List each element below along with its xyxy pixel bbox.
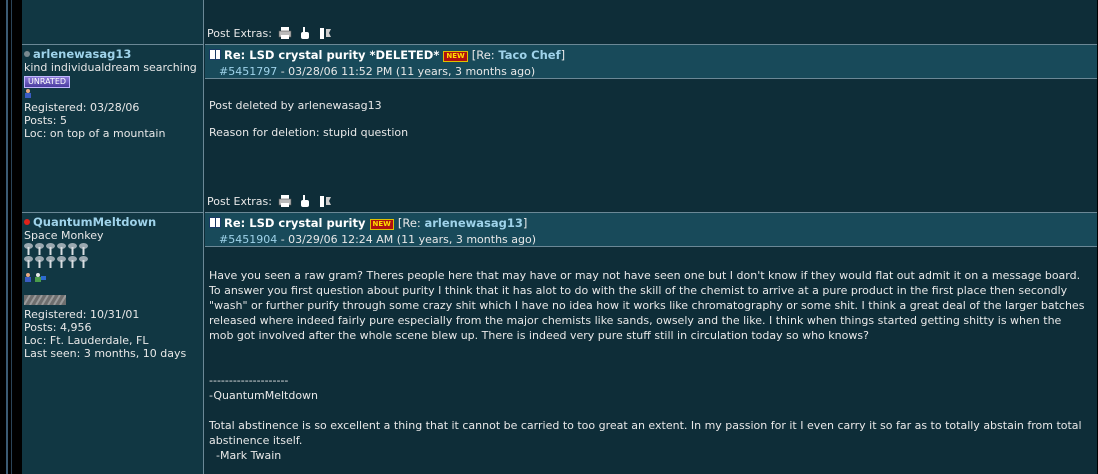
print-icon[interactable]: [278, 194, 292, 208]
post-count: Posts: 4,956: [24, 321, 92, 334]
post-text: Reason for deletion: stupid question: [209, 126, 409, 139]
offline-status-icon: [24, 51, 30, 57]
print-icon[interactable]: [278, 26, 292, 40]
signature-divider: --------------------: [209, 374, 289, 387]
bookmark-icon[interactable]: [318, 26, 332, 40]
rank-mushrooms: [24, 256, 201, 268]
rank-mushrooms: [24, 243, 201, 255]
location: Loc: on top of a mountain: [24, 127, 166, 140]
user-icon: [25, 273, 31, 282]
reply-suffix: ]: [560, 48, 566, 62]
mushroom-icon: [57, 256, 66, 268]
post-extras: Post Extras:: [207, 194, 332, 208]
post-extras-label: Post Extras:: [207, 194, 272, 208]
post-time: - 03/29/06 12:24 AM (11 years, 3 months …: [277, 233, 537, 246]
username-link[interactable]: arlenewasag13: [33, 47, 131, 61]
user-info-quantummeltdown: QuantumMeltdown Space Monkey Registered:…: [22, 213, 204, 474]
post-extras: Post Extras:: [207, 26, 332, 40]
mushroom-icon: [24, 256, 33, 268]
forum-thread: Post Extras: arlenewasag13 kind individu…: [22, 0, 1097, 474]
mushroom-icon: [35, 256, 44, 268]
post-subject[interactable]: Re: LSD crystal purity *DELETED*: [224, 48, 439, 62]
user-info-arlenewasag13: arlenewasag13 kind individualdream searc…: [22, 45, 204, 213]
post-time: - 03/28/06 11:52 PM (11 years, 3 months …: [277, 65, 536, 78]
mushroom-icon: [79, 243, 88, 255]
pointer-hand-icon[interactable]: [298, 194, 312, 208]
friends-icon: [35, 273, 46, 282]
post-previous: Post Extras:: [205, 0, 1097, 45]
new-badge: NEW: [443, 51, 468, 62]
post-5451797: Re: LSD crystal purity *DELETED* NEW [Re…: [205, 45, 1097, 213]
reply-prefix: [Re:: [397, 216, 425, 230]
post-id-link[interactable]: #5451797: [219, 65, 277, 78]
user-icon: [25, 89, 31, 98]
rating-bar-icon: [23, 294, 67, 306]
post-icon: [209, 49, 221, 60]
reply-prefix: [Re:: [471, 48, 499, 62]
post-header: Re: LSD crystal purity NEW [Re: arlenewa…: [205, 213, 1097, 247]
registered-date: Registered: 03/28/06: [24, 101, 140, 114]
post-5451904: Re: LSD crystal purity NEW [Re: arlenewa…: [205, 213, 1097, 474]
mushroom-icon: [46, 243, 55, 255]
user-cell-previous: [22, 0, 204, 45]
left-border: [6, 0, 8, 474]
post-count: Posts: 5: [24, 114, 67, 127]
mushroom-icon: [46, 256, 55, 268]
rank-badge: UNRATED: [24, 76, 71, 88]
post-subject[interactable]: Re: LSD crystal purity: [224, 216, 365, 230]
reply-suffix: ]: [522, 216, 528, 230]
user-title: Space Monkey: [24, 229, 104, 242]
post-text: Post deleted by arlenewasag13: [209, 99, 382, 112]
reply-to-link[interactable]: arlenewasag13: [424, 216, 522, 230]
bookmark-icon[interactable]: [318, 194, 332, 208]
reply-to-link[interactable]: Taco Chef: [498, 48, 560, 62]
new-badge: NEW: [369, 219, 394, 230]
post-extras-label: Post Extras:: [207, 26, 272, 40]
mushroom-icon: [35, 243, 44, 255]
post-icon: [209, 217, 221, 228]
mushroom-icon: [79, 256, 88, 268]
post-id-link[interactable]: #5451904: [219, 233, 277, 246]
post-text: Have you seen a raw gram? Theres people …: [209, 269, 1085, 342]
pointer-hand-icon[interactable]: [298, 26, 312, 40]
online-status-icon: [24, 219, 30, 225]
post-body: Have you seen a raw gram? Theres people …: [205, 247, 1097, 463]
signature-author: -Mark Twain: [209, 449, 282, 462]
user-title: kind individualdream searching: [24, 61, 197, 74]
post-body: Post deleted by arlenewasag13 Reason for…: [205, 79, 1097, 140]
mushroom-icon: [24, 243, 33, 255]
signature-name: -QuantumMeltdown: [209, 389, 319, 402]
last-seen: Last seen: 3 months, 10 days: [24, 347, 187, 360]
registered-date: Registered: 10/31/01: [24, 308, 140, 321]
mushroom-icon: [68, 256, 77, 268]
username-link[interactable]: QuantumMeltdown: [33, 215, 156, 229]
mushroom-icon: [68, 243, 77, 255]
location: Loc: Ft. Lauderdale, FL: [24, 334, 149, 347]
post-header: Re: LSD crystal purity *DELETED* NEW [Re…: [205, 45, 1097, 79]
signature-quote: Total abstinence is so excellent a thing…: [209, 419, 1082, 447]
mushroom-icon: [57, 243, 66, 255]
left-border-inner: [11, 0, 12, 474]
